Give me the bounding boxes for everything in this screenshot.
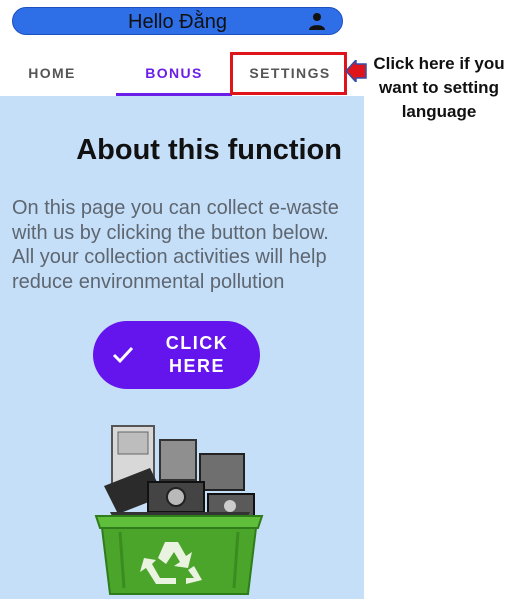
header-bar: Hello Đằng [12, 7, 343, 35]
tab-bonus[interactable]: BONUS [116, 52, 232, 96]
description-text: On this page you can collect e-waste wit… [12, 197, 339, 293]
tab-home[interactable]: HOME [0, 52, 104, 96]
bonus-content: About this function On this page you can… [0, 96, 364, 599]
annotation-callout: Click here if you want to setting langua… [373, 54, 505, 121]
page-heading: About this function [76, 134, 342, 166]
click-here-label: CLICK HERE [165, 333, 229, 376]
greeting-title: Hello Đằng [128, 11, 227, 33]
e-waste-recycle-bin-image [94, 425, 264, 595]
settings-highlight-box [230, 52, 347, 95]
click-here-button[interactable]: CLICK HERE [93, 321, 260, 389]
app-screen: Hello Đằng HOME BONUS SETTINGS About thi… [0, 0, 364, 599]
user-icon[interactable] [308, 12, 326, 30]
arrow-left-icon [345, 60, 367, 82]
check-icon [112, 346, 134, 364]
